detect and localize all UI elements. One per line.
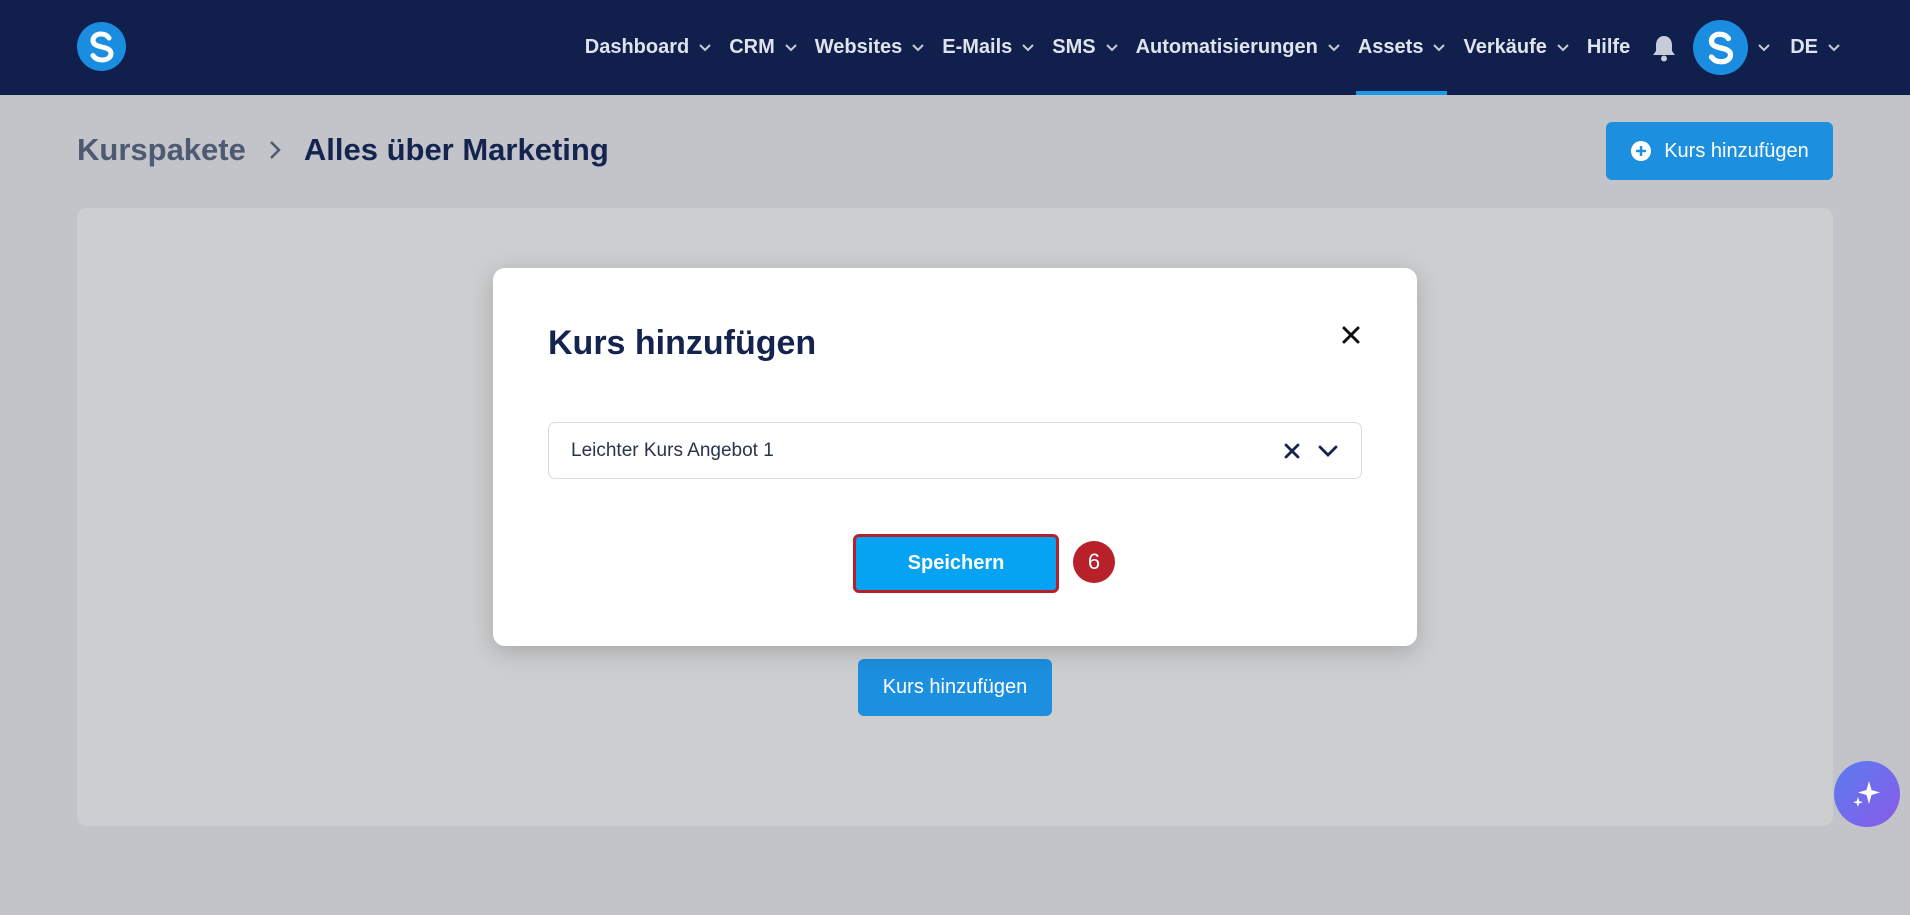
course-select[interactable]: Leichter Kurs Angebot 1 — [548, 422, 1362, 479]
nav-item-dashboard[interactable]: Dashboard — [585, 0, 711, 95]
nav-item-e-mails[interactable]: E-Mails — [942, 0, 1034, 95]
language-label: DE — [1790, 36, 1818, 58]
nav-item-label: Websites — [814, 36, 903, 58]
nav-item-label: SMS — [1052, 36, 1096, 58]
add-course-button[interactable]: Kurs hinzufügen — [1606, 122, 1833, 180]
chevron-down-icon — [1557, 43, 1569, 51]
chevron-down-icon — [1022, 43, 1034, 51]
chevron-down-icon — [1758, 43, 1770, 51]
nav-item-websites[interactable]: Websites — [815, 0, 924, 95]
top-navigation: Dashboard CRM Websites E-Mails SMS Automatisi… — [0, 0, 1910, 95]
add-course-empty-button[interactable]: Kurs hinzufügen — [858, 659, 1052, 716]
chevron-down-icon — [1105, 43, 1118, 51]
modal-title: Kurs hinzufügen — [548, 324, 817, 362]
chevron-down-icon — [912, 43, 924, 51]
user-menu[interactable] — [1693, 20, 1770, 75]
nav-item-label: Dashboard — [584, 36, 690, 58]
avatar-s-icon — [1708, 31, 1733, 64]
step-badge: 6 — [1073, 541, 1115, 583]
nav-item-assets[interactable]: Assets — [1355, 0, 1448, 95]
breadcrumb-root-link[interactable]: Kurspakete — [77, 132, 246, 168]
chevron-down-icon — [1828, 43, 1840, 51]
add-course-label: Kurs hinzufügen — [1664, 139, 1809, 162]
sparkle-icon — [1853, 781, 1880, 807]
chevron-down-icon[interactable] — [1317, 443, 1339, 459]
nav-item-label: CRM — [729, 36, 775, 58]
nav-item-label: Assets — [1357, 36, 1424, 58]
avatar[interactable] — [1693, 20, 1749, 75]
nav-item-label: E-Mails — [942, 36, 1013, 58]
ai-assistant-button[interactable] — [1834, 761, 1900, 827]
nav-item-sms[interactable]: SMS — [1052, 0, 1118, 95]
language-selector[interactable]: DE — [1790, 36, 1840, 59]
brand-logo[interactable] — [77, 22, 126, 71]
clear-icon[interactable] — [1282, 441, 1302, 461]
nav-item-verkäufe[interactable]: Verkäufe — [1463, 0, 1569, 95]
brand-s-icon — [89, 30, 114, 63]
chevron-down-icon — [1433, 43, 1446, 51]
save-button[interactable]: Speichern — [853, 534, 1059, 593]
nav-item-label: Automatisierungen — [1135, 36, 1318, 58]
chevron-down-icon — [1328, 43, 1340, 51]
breadcrumb: Kurspakete Alles über Marketing — [77, 132, 609, 168]
nav-item-hilfe[interactable]: Hilfe — [1587, 0, 1630, 95]
chevron-right-icon — [269, 141, 281, 159]
nav-item-label: Verkäufe — [1463, 36, 1547, 58]
nav-item-label: Hilfe — [1586, 36, 1631, 58]
chevron-down-icon — [699, 43, 711, 51]
course-select-value: Leichter Kurs Angebot 1 — [571, 439, 774, 461]
nav-item-automatisierungen[interactable]: Automatisierungen — [1136, 0, 1340, 95]
nav-menu: Dashboard CRM Websites E-Mails SMS Automatisi… — [576, 0, 1840, 95]
plus-circle-icon — [1631, 141, 1652, 161]
page-title: Alles über Marketing — [303, 132, 609, 167]
nav-item-crm[interactable]: CRM — [729, 0, 797, 95]
add-course-modal: Kurs hinzufügen Leichter Kurs Angebot 1 … — [493, 268, 1417, 646]
bell-icon[interactable] — [1651, 34, 1677, 62]
chevron-down-icon — [785, 43, 797, 51]
close-icon[interactable] — [1339, 323, 1363, 347]
